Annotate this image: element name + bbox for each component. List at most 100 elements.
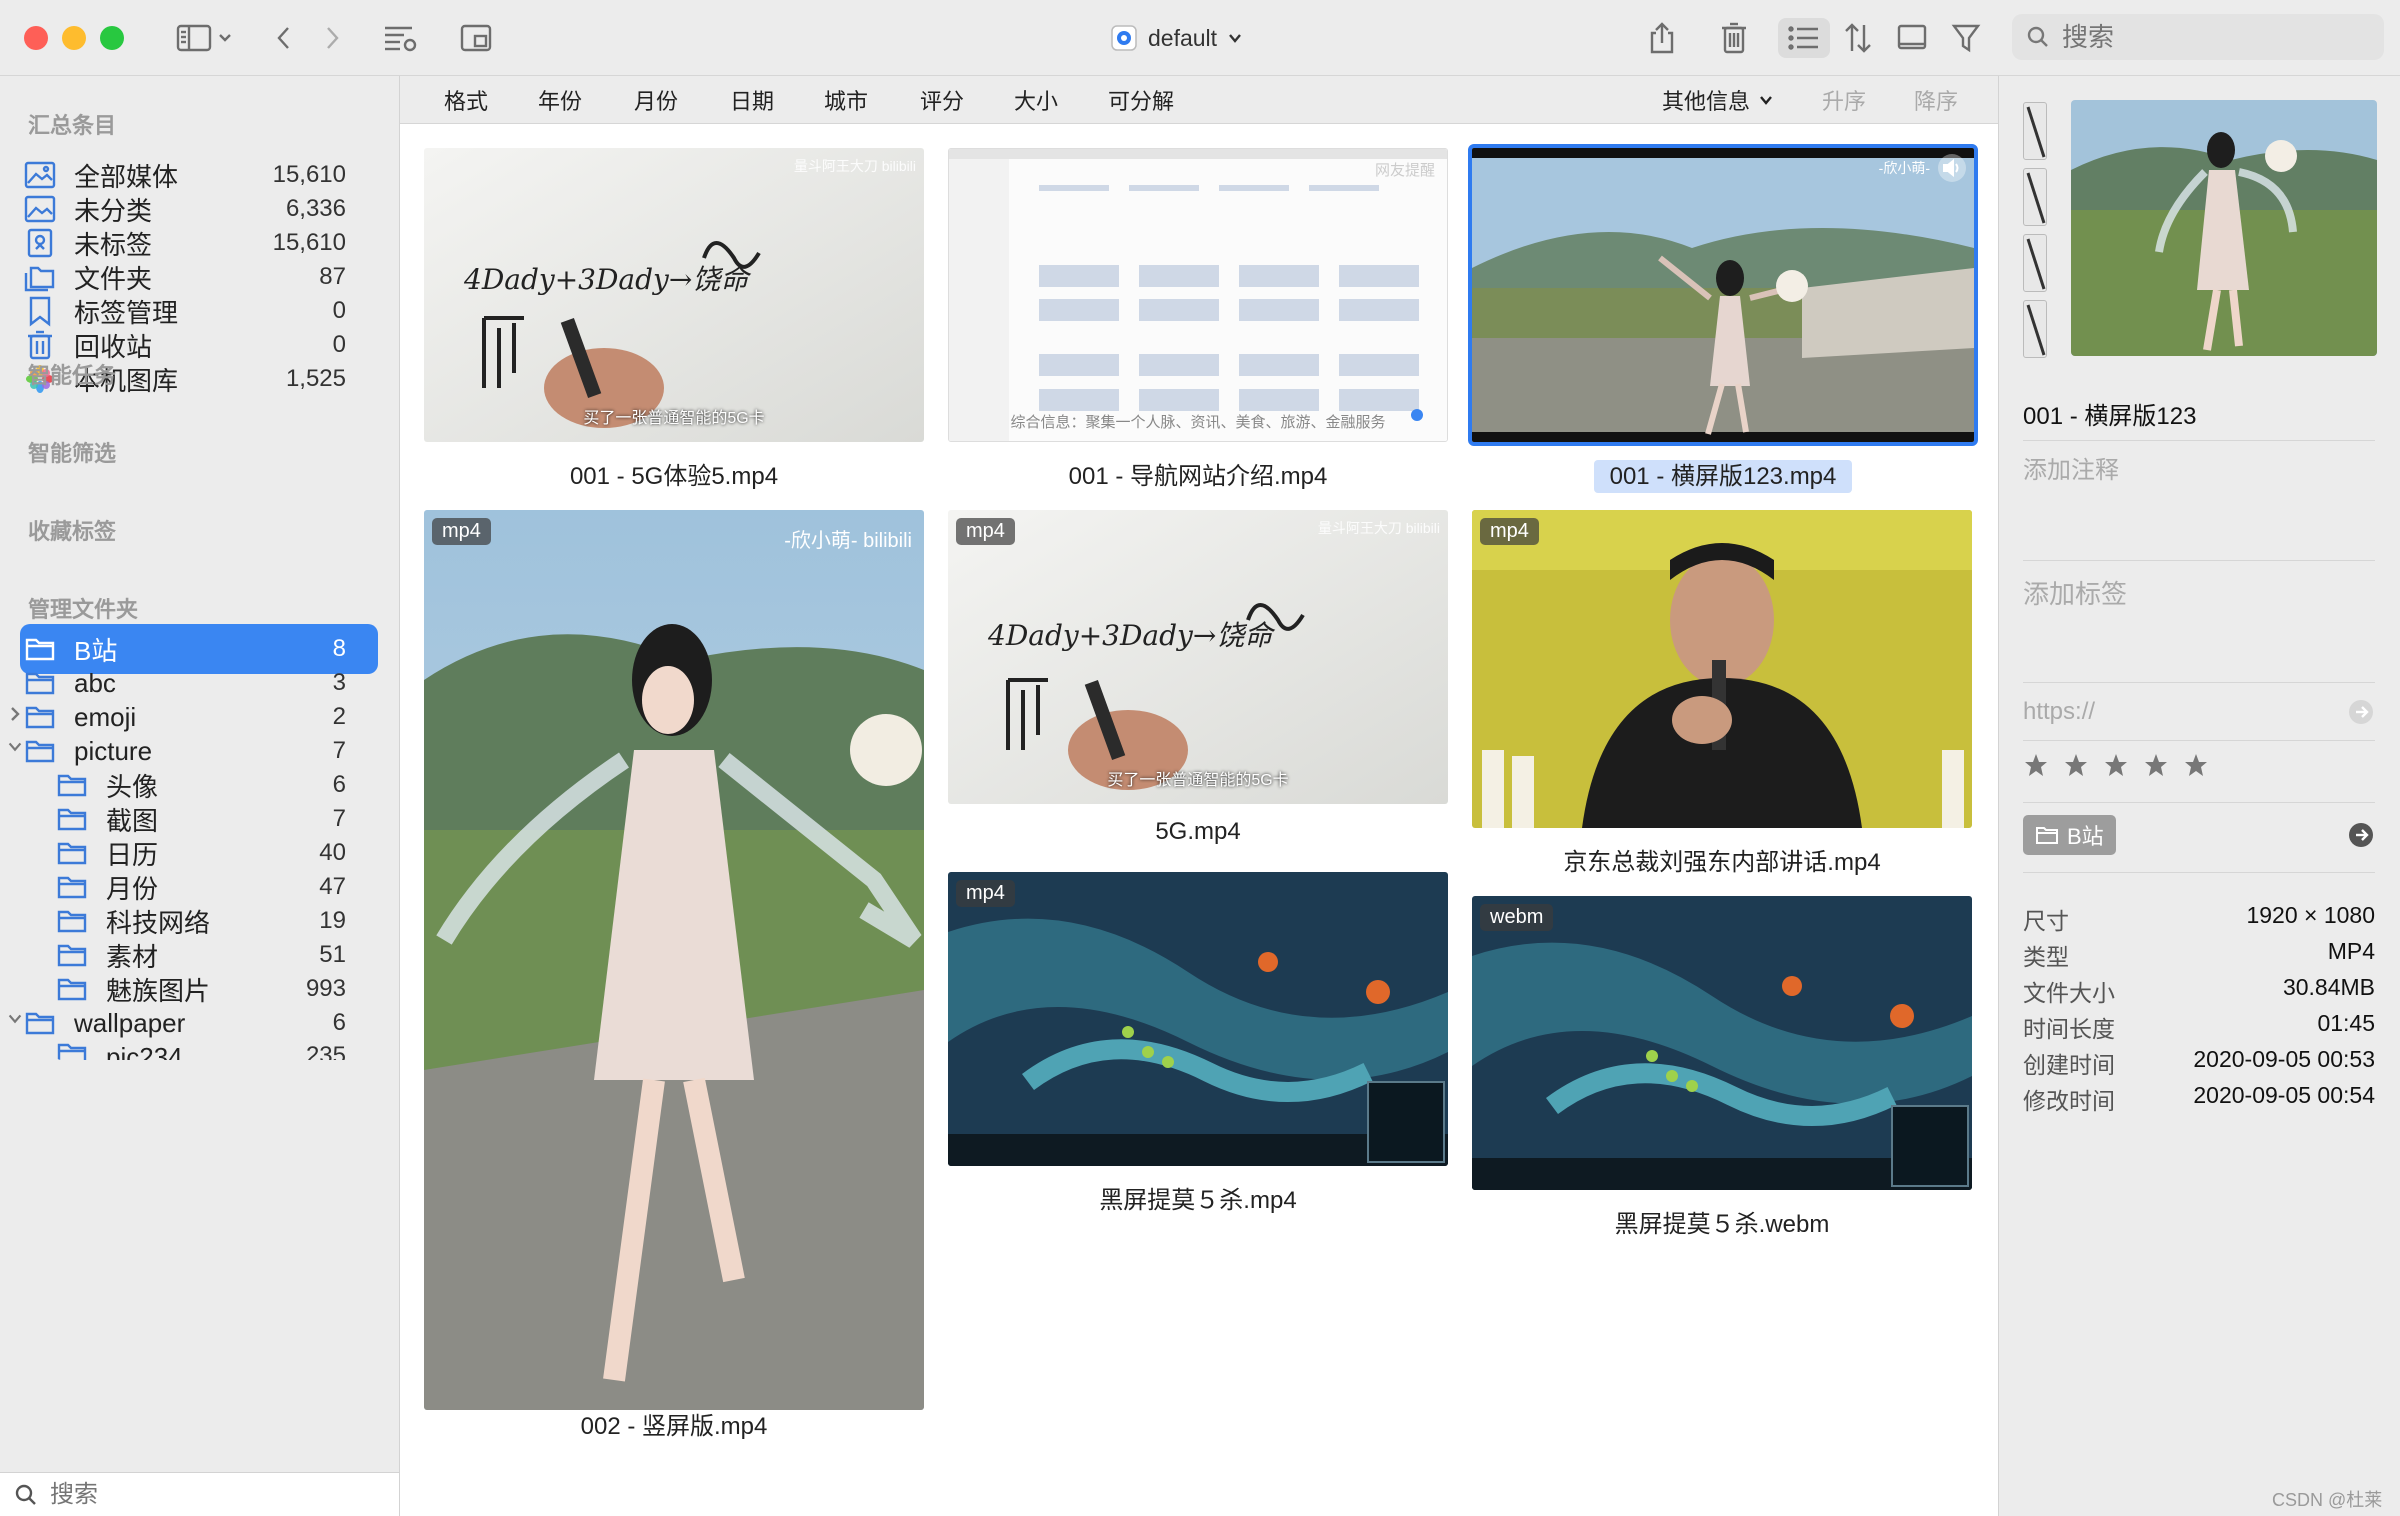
media-card[interactable]: 4Dady+3Dady→饶命 量斗阿王大刀 bilibili 买了一张普通智能的… — [424, 148, 924, 490]
format-badge: mp4 — [1480, 518, 1539, 545]
delete-button[interactable] — [1716, 18, 1752, 58]
meta-value: 01:45 — [2317, 1010, 2375, 1036]
section-title-fav-tags[interactable]: 收藏标签 — [28, 514, 116, 546]
tags-field[interactable]: 添加标签 — [2023, 574, 2375, 674]
meta-row-created: 创建时间 2020-09-05 00:53 — [2023, 1046, 2375, 1082]
back-button[interactable] — [268, 18, 300, 58]
media-thumbnail: mp4 — [948, 872, 1448, 1166]
media-card-selected[interactable]: -欣小萌- 001 - 横屏版123.mp4 — [1468, 144, 1978, 493]
meta-key: 文件大小 — [2023, 980, 2115, 1006]
filter-tab-rating[interactable]: 评分 — [920, 84, 964, 116]
sort-button[interactable] — [1840, 18, 1876, 58]
media-card[interactable]: mp4 黑屏提莫５杀.mp4 — [948, 872, 1448, 1214]
media-caption[interactable]: 5G.mp4 — [948, 818, 1448, 846]
filter-tab-date[interactable]: 日期 — [730, 84, 774, 116]
section-title-smart-tasks[interactable]: 智能任务 — [28, 358, 116, 390]
minimize-window-button[interactable] — [62, 26, 86, 50]
star-icon[interactable] — [2023, 752, 2049, 778]
meta-key: 时间长度 — [2023, 1016, 2115, 1042]
folder-chip[interactable]: B站 — [2023, 815, 2116, 855]
star-icon[interactable] — [2103, 752, 2129, 778]
filter-tab-month[interactable]: 月份 — [634, 84, 678, 116]
media-caption[interactable]: 001 - 横屏版123.mp4 — [1468, 456, 1978, 493]
star-rating[interactable] — [2023, 752, 2209, 778]
filter-tab-size[interactable]: 大小 — [1014, 84, 1058, 116]
sort-asc-button[interactable]: 升序 — [1822, 84, 1866, 116]
star-icon[interactable] — [2063, 752, 2089, 778]
meta-row-modified: 修改时间 2020-09-05 00:54 — [2023, 1082, 2375, 1118]
trash-icon — [1722, 22, 1746, 54]
folder-label: pic234 — [106, 1042, 183, 1060]
media-card[interactable]: mp4 -欣小萌- bilibili 002 - 竖屏版.mp4 — [424, 510, 924, 1440]
arrow-right-circle-icon[interactable] — [2347, 698, 2375, 726]
forward-button[interactable] — [316, 18, 348, 58]
media-caption[interactable]: 京东总裁刘强东内部讲话.mp4 — [1472, 842, 1972, 877]
section-title-summary[interactable]: 汇总条目 — [28, 108, 116, 140]
dancer-landscape-thumbnail-image — [1472, 148, 1974, 442]
url-field[interactable]: https:// — [2023, 694, 2375, 730]
meta-row-file-size: 文件大小 30.84MB — [2023, 974, 2375, 1010]
video-watermark: 网友提醒 — [1374, 162, 1435, 179]
meta-value: MP4 — [2327, 938, 2375, 964]
sidebar-toggle-button[interactable] — [170, 18, 240, 58]
media-thumbnail: 4Dady+3Dady→饶命 量斗阿王大刀 bilibili 买了一张普通智能的… — [424, 148, 924, 442]
list-view-button[interactable] — [1778, 18, 1830, 58]
filter-tab-format[interactable]: 格式 — [444, 84, 488, 116]
filter-button[interactable] — [1948, 18, 1984, 58]
zoom-window-button[interactable] — [100, 26, 124, 50]
filter-bar: 格式 年份 月份 日期 城市 评分 大小 可分解 其他信息 升序 降序 — [400, 76, 1998, 124]
meta-key: 修改时间 — [2023, 1088, 2115, 1114]
meta-row-dimensions: 尺寸 1920 × 1080 — [2023, 902, 2375, 938]
video-subtitle: 综合信息：聚集一个人脉、资讯、美食、旅游、金融服务 — [1010, 414, 1386, 431]
inspector-title[interactable]: 001 - 横屏版123 — [2023, 396, 2196, 431]
list-settings-button[interactable] — [380, 18, 420, 58]
sort-desc-button[interactable]: 降序 — [1914, 84, 1958, 116]
share-button[interactable] — [1644, 18, 1680, 58]
arrow-right-circle-icon[interactable] — [2347, 821, 2375, 849]
media-card[interactable]: mp4 4Dady+3Dady→饶命 量斗阿王大刀 bilibili 买了一张普… — [948, 510, 1448, 852]
preview-toggle-button[interactable] — [1894, 18, 1930, 58]
top-search-field[interactable] — [2012, 14, 2384, 60]
section-title-manage-folders[interactable]: 管理文件夹 — [28, 592, 138, 624]
sidebar-search-input[interactable] — [50, 1480, 350, 1509]
palette-swatch[interactable] — [2023, 102, 2047, 160]
palette-swatch[interactable] — [2023, 234, 2047, 292]
search-icon — [2027, 26, 2048, 47]
library-switcher[interactable]: default — [1110, 18, 1243, 58]
top-search-input[interactable] — [2062, 21, 2362, 53]
format-badge: mp4 — [956, 880, 1015, 907]
star-icon[interactable] — [2143, 752, 2169, 778]
media-caption[interactable]: 黑屏提莫５杀.webm — [1472, 1204, 1972, 1239]
media-card[interactable]: 网友提醒 综合信息：聚集一个人脉、资讯、美食、旅游、金融服务 001 - 导航网… — [948, 148, 1448, 490]
website-thumbnail-image — [949, 149, 1447, 441]
media-card[interactable]: mp4 京东总裁刘强东内部讲话.mp4 — [1472, 510, 1972, 882]
folder-item-pic234[interactable]: pic234 235 — [52, 1032, 378, 1060]
folder-chip-row: B站 — [2023, 814, 2375, 856]
filter-tab-city[interactable]: 城市 — [824, 84, 868, 116]
image-import-button[interactable] — [456, 18, 496, 58]
divider — [2023, 440, 2375, 441]
media-caption[interactable]: 黑屏提莫５杀.mp4 — [948, 1180, 1448, 1215]
meta-key: 尺寸 — [2023, 908, 2069, 934]
page-watermark: CSDN @杜莱 — [2272, 1490, 2383, 1510]
media-caption[interactable]: 001 - 导航网站介绍.mp4 — [948, 456, 1448, 491]
mute-indicator[interactable] — [1938, 154, 1966, 182]
divider — [2023, 740, 2375, 741]
filter-tab-year[interactable]: 年份 — [538, 84, 582, 116]
media-caption[interactable]: 002 - 竖屏版.mp4 — [424, 1406, 924, 1441]
sidebar-search-field[interactable] — [0, 1472, 399, 1516]
filter-tab-decomposable[interactable]: 可分解 — [1108, 84, 1174, 116]
media-card[interactable]: webm 黑屏提莫５杀.webm — [1472, 896, 1972, 1238]
media-caption[interactable]: 001 - 5G体验5.mp4 — [424, 456, 924, 491]
more-info-dropdown[interactable]: 其他信息 — [1662, 84, 1774, 116]
swatch-slash-icon — [2026, 304, 2046, 356]
star-icon[interactable] — [2183, 752, 2209, 778]
whiteboard-text: 4Dady+3Dady→饶命 — [988, 619, 1273, 652]
palette-swatch[interactable] — [2023, 168, 2047, 226]
swatch-slash-icon — [2026, 106, 2046, 158]
palette-swatch[interactable] — [2023, 300, 2047, 358]
swatch-slash-icon — [2026, 172, 2046, 224]
annotation-field[interactable]: 添加注释 — [2023, 450, 2375, 560]
section-title-smart-filter[interactable]: 智能筛选 — [28, 436, 116, 468]
close-window-button[interactable] — [24, 26, 48, 50]
